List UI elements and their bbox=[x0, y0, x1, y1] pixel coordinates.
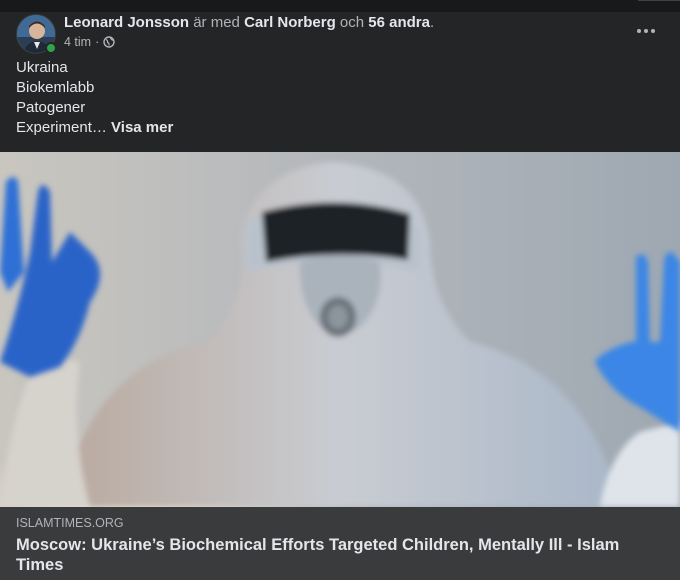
tagged-person[interactable]: Carl Norberg bbox=[244, 14, 336, 31]
hazmat-photo bbox=[0, 152, 680, 507]
more-options-icon[interactable] bbox=[632, 20, 660, 42]
text-line: Patogener bbox=[16, 99, 86, 116]
text-line-last: Experiment… Visa mer bbox=[16, 118, 173, 138]
post-attribution: Leonard Jonsson är med Carl Norberg och … bbox=[64, 13, 434, 33]
and-text: och bbox=[339, 14, 365, 31]
meta-separator: · bbox=[95, 35, 100, 49]
post-header: Leonard Jonsson är med Carl Norberg och … bbox=[16, 12, 616, 62]
post-time[interactable]: 4 tim bbox=[64, 34, 91, 50]
post-text: Ukraina Biokemlabb Patogener Experiment…… bbox=[16, 58, 173, 138]
period: . bbox=[429, 14, 435, 31]
author-name[interactable]: Leonard Jonsson bbox=[64, 14, 189, 31]
feed-top-strip bbox=[0, 0, 680, 12]
link-preview-image[interactable] bbox=[0, 152, 680, 507]
link-headline[interactable]: Moscow: Ukraine’s Biochemical Efforts Ta… bbox=[16, 535, 656, 575]
text-line: Ukraina bbox=[16, 59, 68, 76]
truncated-text: Experiment… bbox=[16, 119, 107, 136]
globe-icon[interactable] bbox=[103, 36, 115, 48]
see-more-link[interactable]: Visa mer bbox=[111, 119, 173, 136]
online-status-dot bbox=[45, 42, 57, 54]
divider bbox=[638, 0, 680, 1]
post-meta: 4 tim · bbox=[64, 34, 115, 50]
text-line: Biokemlabb bbox=[16, 79, 95, 96]
link-domain: ISLAMTIMES.ORG bbox=[16, 516, 124, 530]
post-card: Leonard Jonsson är med Carl Norberg och … bbox=[0, 12, 680, 580]
with-text: är med bbox=[193, 14, 240, 31]
others-link[interactable]: 56 andra bbox=[368, 14, 430, 31]
author-avatar[interactable] bbox=[16, 14, 57, 54]
link-preview-box[interactable]: ISLAMTIMES.ORG Moscow: Ukraine’s Biochem… bbox=[0, 507, 680, 580]
